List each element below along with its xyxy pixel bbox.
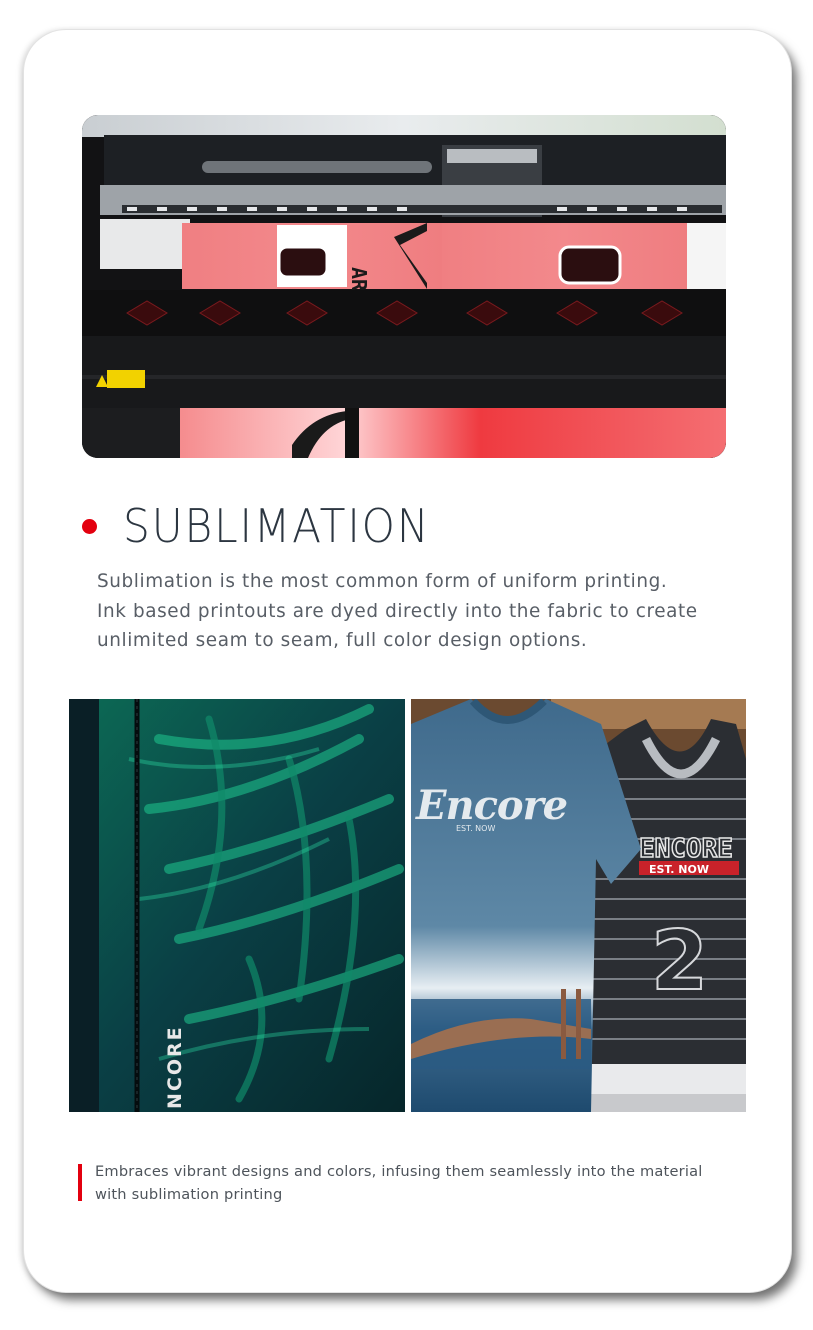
caption-line: Embraces vibrant designs and colors, inf… [95, 1163, 703, 1180]
caption-accent-bar [78, 1164, 82, 1201]
tee-print-subtext: EST. NOW [456, 824, 495, 833]
caption-line: with sublimation printing [95, 1186, 283, 1203]
bullet-dot-icon [82, 518, 97, 534]
content-card: ARI SUBLIMATION Sublimation is the most … [24, 30, 791, 1292]
shirt-print-text: NCORE [164, 1025, 186, 1109]
photo-caption: Embraces vibrant designs and colors, inf… [95, 1160, 775, 1206]
tshirts-photo: ENCORE EST. NOW 2 Encore EST. NOW [411, 699, 746, 1112]
description-line: Ink based printouts are dyed directly in… [97, 600, 698, 622]
tank-print-text: ENCORE [639, 834, 733, 864]
tropical-shirt-photo: NCORE [69, 699, 405, 1112]
tee-print-text: Encore [415, 782, 567, 829]
section-description: Sublimation is the most common form of u… [97, 567, 737, 656]
section-heading: SUBLIMATION [82, 498, 457, 554]
tank-number: 2 [651, 914, 708, 1009]
description-line: unlimited seam to seam, full color desig… [97, 630, 588, 651]
section-title: SUBLIMATION [123, 499, 431, 553]
description-line: Sublimation is the most common form of u… [97, 571, 668, 592]
printer-photo: ARI [82, 115, 726, 458]
tank-print-subtext: EST. NOW [649, 863, 709, 876]
